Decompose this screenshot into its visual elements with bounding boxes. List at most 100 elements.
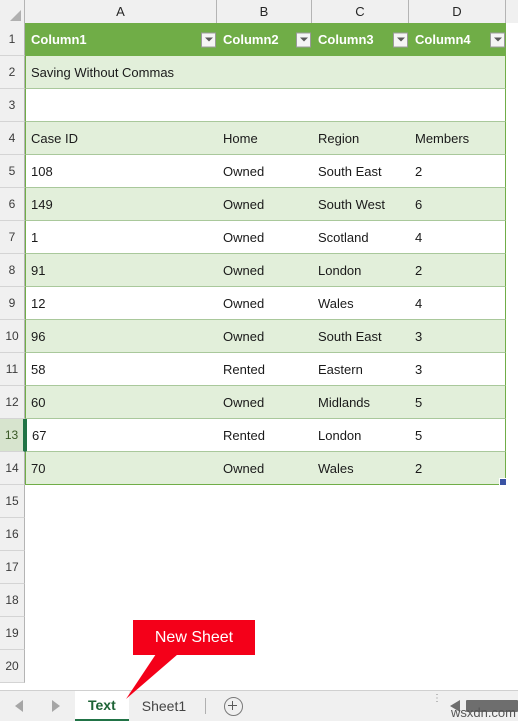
cell-d8[interactable]: 2 [410, 254, 507, 286]
cell-b4[interactable]: Home [218, 122, 313, 154]
column-header-d[interactable]: D [409, 0, 506, 23]
cell-c13[interactable]: London [313, 419, 410, 451]
cell-d7[interactable]: 4 [410, 221, 507, 253]
cell-d9[interactable]: 4 [410, 287, 507, 319]
table-resize-handle[interactable] [499, 478, 507, 486]
cell-d1[interactable]: Column4 [410, 23, 507, 56]
filter-dropdown-icon-1[interactable] [201, 32, 216, 47]
spreadsheet-grid[interactable]: A B C D 1 2 3 4 5 6 7 8 9 10 11 12 13 14… [0, 0, 518, 690]
cell-c4[interactable]: Region [313, 122, 410, 154]
cell-d10[interactable]: 3 [410, 320, 507, 352]
cell-d11[interactable]: 3 [410, 353, 507, 385]
cell-b6[interactable]: Owned [218, 188, 313, 220]
row-header-4[interactable]: 4 [0, 122, 25, 155]
row-header-13[interactable]: 13 [0, 419, 25, 452]
row-header-15[interactable]: 15 [0, 485, 25, 518]
cell-b1[interactable]: Column2 [218, 23, 313, 56]
cell-a3[interactable] [26, 89, 507, 121]
column-header-b[interactable]: B [217, 0, 312, 23]
cell-b7[interactable]: Owned [218, 221, 313, 253]
cell-a8[interactable]: 91 [26, 254, 218, 286]
row-header-19[interactable]: 19 [0, 617, 25, 650]
empty-row-17[interactable] [25, 551, 506, 584]
select-all-corner[interactable] [0, 0, 25, 23]
cell-a12[interactable]: 60 [26, 386, 218, 418]
empty-row-18[interactable] [25, 584, 506, 617]
cell-b14[interactable]: Owned [218, 452, 313, 484]
empty-row-19[interactable] [25, 617, 506, 650]
sheet-nav-arrows[interactable] [0, 691, 75, 721]
row-header-11[interactable]: 11 [0, 353, 25, 386]
cell-c12[interactable]: Midlands [313, 386, 410, 418]
row-header-2[interactable]: 2 [0, 56, 25, 89]
new-sheet-callout-label: New Sheet [154, 628, 234, 646]
cell-area[interactable]: Column1 Column2 Column3 Column4 Saving W… [25, 23, 518, 683]
row-header-5[interactable]: 5 [0, 155, 25, 188]
filter-dropdown-icon-3[interactable] [393, 32, 408, 47]
cell-a1[interactable]: Column1 [26, 23, 218, 56]
empty-row-16[interactable] [25, 518, 506, 551]
cell-b13[interactable]: Rented [218, 419, 313, 451]
filter-dropdown-icon-2[interactable] [296, 32, 311, 47]
cell-c11[interactable]: Eastern [313, 353, 410, 385]
cell-a4[interactable]: Case ID [26, 122, 218, 154]
row-header-20[interactable]: 20 [0, 650, 25, 683]
cell-d13[interactable]: 5 [410, 419, 507, 451]
empty-row-20[interactable] [25, 650, 506, 683]
cell-c6[interactable]: South West [313, 188, 410, 220]
add-sheet-plus-icon[interactable] [223, 696, 243, 716]
cell-c7[interactable]: Scotland [313, 221, 410, 253]
cell-c8[interactable]: London [313, 254, 410, 286]
cell-b10[interactable]: Owned [218, 320, 313, 352]
cell-a7[interactable]: 1 [26, 221, 218, 253]
row-header-3[interactable]: 3 [0, 89, 25, 122]
nav-previous-icon[interactable] [14, 700, 23, 712]
column-header-e[interactable] [506, 0, 518, 23]
filter-dropdown-icon-4[interactable] [490, 32, 505, 47]
table-row [25, 89, 506, 122]
cell-c10[interactable]: South East [313, 320, 410, 352]
row-header-12[interactable]: 12 [0, 386, 25, 419]
cell-a9[interactable]: 12 [26, 287, 218, 319]
cell-c9[interactable]: Wales [313, 287, 410, 319]
row-header-1[interactable]: 1 [0, 23, 25, 56]
row-header-18[interactable]: 18 [0, 584, 25, 617]
cell-d4[interactable]: Members [410, 122, 507, 154]
cell-d5[interactable]: 2 [410, 155, 507, 187]
column-header-c[interactable]: C [312, 0, 409, 23]
cell-b5[interactable]: Owned [218, 155, 313, 187]
cell-a5[interactable]: 108 [26, 155, 218, 187]
cell-a14[interactable]: 70 [26, 452, 218, 484]
cell-d6[interactable]: 6 [410, 188, 507, 220]
row-header-7[interactable]: 7 [0, 221, 25, 254]
cell-a2[interactable]: Saving Without Commas [26, 56, 507, 88]
cell-b8[interactable]: Owned [218, 254, 313, 286]
nav-next-icon[interactable] [52, 700, 61, 712]
row-header-6[interactable]: 6 [0, 188, 25, 221]
cell-a10[interactable]: 96 [26, 320, 218, 352]
cell-c5[interactable]: South East [313, 155, 410, 187]
cell-a6[interactable]: 149 [26, 188, 218, 220]
cell-b12[interactable]: Owned [218, 386, 313, 418]
cell-d14[interactable]: 2 [410, 452, 507, 484]
cell-a11[interactable]: 58 [26, 353, 218, 385]
cell-b11[interactable]: Rented [218, 353, 313, 385]
table-header-label-1: Column1 [31, 32, 87, 47]
sheet-tab-text[interactable]: Text [75, 691, 129, 721]
sheet-tab-bar: Text Sheet1 ⋮ wsxdn.com [0, 690, 518, 721]
table-row: 58 Rented Eastern 3 [25, 353, 506, 386]
row-header-16[interactable]: 16 [0, 518, 25, 551]
row-header-14[interactable]: 14 [0, 452, 25, 485]
row-header-8[interactable]: 8 [0, 254, 25, 287]
cell-b9[interactable]: Owned [218, 287, 313, 319]
cell-a13[interactable]: 67 [27, 419, 218, 451]
cell-c1[interactable]: Column3 [313, 23, 410, 56]
cell-c14[interactable]: Wales [313, 452, 410, 484]
add-sheet-button[interactable] [212, 691, 254, 721]
row-header-9[interactable]: 9 [0, 287, 25, 320]
empty-row-15[interactable] [25, 485, 506, 518]
row-header-10[interactable]: 10 [0, 320, 25, 353]
column-header-a[interactable]: A [25, 0, 217, 23]
cell-d12[interactable]: 5 [410, 386, 507, 418]
row-header-17[interactable]: 17 [0, 551, 25, 584]
